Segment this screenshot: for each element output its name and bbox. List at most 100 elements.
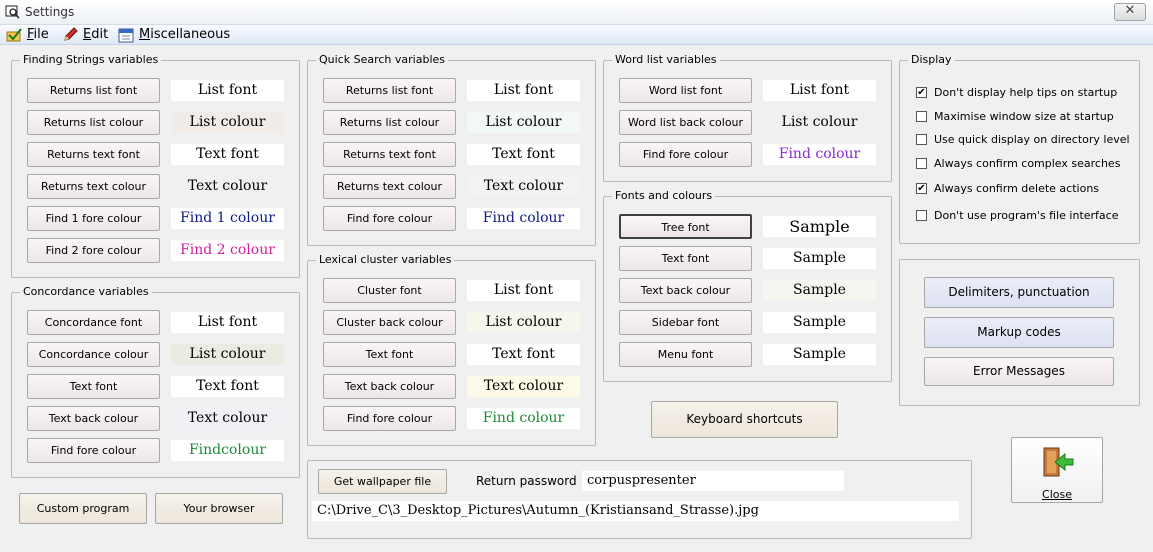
calendar-icon: [118, 28, 134, 43]
lexical-sample-2: Text font: [467, 344, 580, 365]
quick-button-4[interactable]: Find fore colour: [323, 206, 456, 231]
quick-sample-4: Find colour: [467, 208, 580, 229]
checkbox-3[interactable]: [916, 158, 927, 169]
lexical-button-0[interactable]: Cluster font: [323, 278, 456, 303]
delimiters-punctuation-button[interactable]: Delimiters, punctuation: [924, 277, 1114, 308]
quick-button-1[interactable]: Returns list colour: [323, 110, 456, 135]
concordance-button-0[interactable]: Concordance font: [27, 310, 160, 335]
lexical-button-4[interactable]: Find fore colour: [323, 406, 456, 431]
quick-button-0[interactable]: Returns list font: [323, 78, 456, 103]
get-wallpaper-file-button[interactable]: Get wallpaper file: [318, 469, 447, 494]
keyboard-shortcuts-button[interactable]: Keyboard shortcuts: [651, 401, 838, 438]
return-password-label: Return password: [476, 474, 577, 488]
concordance-button-3[interactable]: Text back colour: [27, 406, 160, 431]
checkbox-5[interactable]: [916, 210, 927, 221]
quick-button-3[interactable]: Returns text colour: [323, 174, 456, 199]
finding-button-4[interactable]: Find 1 fore colour: [27, 206, 160, 231]
quick-search-title: Quick Search variables: [316, 53, 448, 66]
lexical-button-1[interactable]: Cluster back colour: [323, 310, 456, 335]
quick-button-2[interactable]: Returns text font: [323, 142, 456, 167]
fonts-button-1[interactable]: Text font: [619, 246, 752, 271]
wordlist-button-2[interactable]: Find fore colour: [619, 142, 752, 167]
concordance-button-2[interactable]: Text font: [27, 374, 160, 399]
finding-sample-2: Text font: [171, 144, 284, 165]
lexical-sample-0: List font: [467, 280, 580, 301]
close-button[interactable]: Close: [1011, 437, 1103, 503]
checkbox-0[interactable]: ✔: [916, 87, 927, 98]
window-title: Settings: [25, 5, 75, 19]
finding-button-5[interactable]: Find 2 fore colour: [27, 238, 160, 263]
title-bar: Settings ✕: [0, 0, 1153, 25]
checkbox-4[interactable]: ✔: [916, 183, 927, 194]
quick-sample-1: List colour: [467, 112, 580, 133]
close-label: Close: [1042, 488, 1072, 501]
wordlist-button-1[interactable]: Word list back colour: [619, 110, 752, 135]
finding-sample-5: Find 2 colour: [171, 240, 284, 261]
lexical-cluster-title: Lexical cluster variables: [316, 253, 455, 266]
concordance-sample-3: Text colour: [171, 408, 284, 429]
lexical-sample-3: Text colour: [467, 376, 580, 397]
display-option-label-0: Don't display help tips on startup: [934, 86, 1118, 99]
finding-button-3[interactable]: Returns text colour: [27, 174, 160, 199]
fonts-sample-2: Sample: [763, 280, 876, 301]
your-browser-button[interactable]: Your browser: [155, 493, 283, 524]
display-option-label-4: Always confirm delete actions: [934, 182, 1100, 195]
markup-codes-button[interactable]: Markup codes: [924, 317, 1114, 348]
exit-door-icon: [1043, 447, 1074, 477]
wallpaper-path-input[interactable]: C:\Drive_C\3_Desktop_Pictures\Autumn_(Kr…: [312, 501, 959, 521]
display-option-label-5: Don't use program's file interface: [934, 209, 1119, 222]
concordance-sample-2: Text font: [171, 376, 284, 397]
app-icon: [5, 5, 20, 19]
finding-strings-title: Finding Strings variables: [20, 53, 162, 66]
fonts-button-3[interactable]: Sidebar font: [619, 310, 752, 335]
display-title: Display: [908, 53, 955, 66]
fonts-sample-4: Sample: [763, 344, 876, 365]
fonts-button-0[interactable]: Tree font: [619, 214, 752, 239]
error-messages-button[interactable]: Error Messages: [924, 357, 1114, 386]
quick-sample-3: Text colour: [467, 176, 580, 197]
menu-file[interactable]: File: [6, 26, 54, 43]
lexical-button-3[interactable]: Text back colour: [323, 374, 456, 399]
lexical-button-2[interactable]: Text font: [323, 342, 456, 367]
finding-button-2[interactable]: Returns text font: [27, 142, 160, 167]
fonts-sample-3: Sample: [763, 312, 876, 333]
display-option-label-1: Maximise window size at startup: [934, 110, 1114, 123]
concordance-sample-0: List font: [171, 312, 284, 333]
folder-check-icon: [6, 28, 22, 42]
wordlist-sample-0: List font: [763, 80, 876, 101]
finding-sample-3: Text colour: [171, 176, 284, 197]
pencil-icon: [64, 27, 78, 41]
fonts-colours-title: Fonts and colours: [612, 189, 716, 202]
checkbox-2[interactable]: [916, 134, 927, 145]
fonts-button-2[interactable]: Text back colour: [619, 278, 752, 303]
finding-sample-1: List colour: [171, 112, 284, 133]
concordance-sample-1: List colour: [171, 344, 284, 365]
concordance-sample-4: Findcolour: [171, 440, 284, 461]
return-password-input[interactable]: corpuspresenter: [582, 471, 844, 491]
finding-sample-4: Find 1 colour: [171, 208, 284, 229]
menu-edit[interactable]: Edit: [62, 26, 110, 43]
wordlist-button-0[interactable]: Word list font: [619, 78, 752, 103]
display-option-label-2: Use quick display on directory level: [934, 133, 1130, 146]
fonts-sample-1: Sample: [763, 248, 876, 269]
quick-sample-2: Text font: [467, 144, 580, 165]
checkbox-1[interactable]: [916, 111, 927, 122]
concordance-button-1[interactable]: Concordance colour: [27, 342, 160, 367]
lexical-sample-4: Find colour: [467, 408, 580, 429]
wordlist-sample-1: List colour: [763, 112, 876, 133]
quick-sample-0: List font: [467, 80, 580, 101]
menu-miscellaneous[interactable]: Miscellaneous: [118, 26, 232, 43]
concordance-button-4[interactable]: Find fore colour: [27, 438, 160, 463]
fonts-sample-0: Sample: [763, 216, 876, 237]
wordlist-sample-2: Find colour: [763, 144, 876, 165]
finding-button-0[interactable]: Returns list font: [27, 78, 160, 103]
finding-button-1[interactable]: Returns list colour: [27, 110, 160, 135]
lexical-sample-1: List colour: [467, 312, 580, 333]
fonts-button-4[interactable]: Menu font: [619, 342, 752, 367]
window-close-button[interactable]: ✕: [1114, 3, 1146, 21]
custom-program-button[interactable]: Custom program: [19, 493, 147, 524]
concordance-title: Concordance variables: [20, 285, 152, 298]
finding-sample-0: List font: [171, 80, 284, 101]
word-list-title: Word list variables: [612, 53, 720, 66]
display-option-label-3: Always confirm complex searches: [934, 157, 1121, 170]
